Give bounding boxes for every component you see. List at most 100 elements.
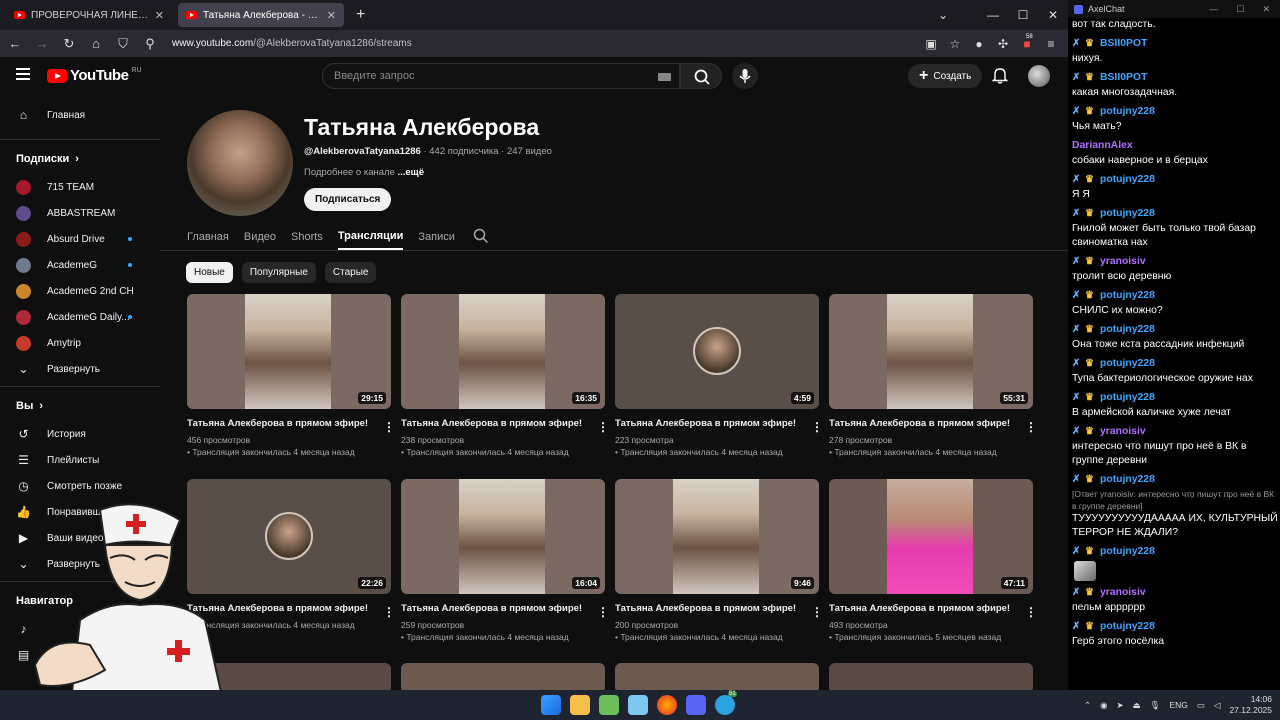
sidebar-item[interactable]: ☰ Плейлисты (0, 447, 160, 473)
video-card[interactable]: 4:59 Татьяна Алекберова в прямом эфире! 22… (615, 294, 823, 458)
sort-chip[interactable]: Популярные (241, 262, 316, 283)
more-options-icon[interactable]: ⋮ (383, 605, 395, 619)
shield-icon[interactable]: ⛉ (111, 36, 135, 52)
youtube-logo[interactable]: YouTube RU (47, 67, 142, 84)
video-card[interactable]: 47:11 Татьяна Алекберова в прямом эфире! 4… (829, 479, 1037, 643)
mic-tray-icon[interactable]: 🎙 (1150, 700, 1161, 711)
chat-username[interactable]: yranoisiv (1100, 256, 1146, 267)
extensions-icon[interactable]: ✣ (994, 37, 1012, 51)
video-card[interactable]: 16:04 Татьяна Алекберова в прямом эфире! 2… (401, 479, 609, 643)
chat-username[interactable]: potujny228 (1100, 546, 1155, 557)
sidebar-item-home[interactable]: ⌂ Главная (0, 95, 160, 135)
video-card[interactable]: 9:46 Татьяна Алекберова в прямом эфире! 20… (615, 479, 823, 643)
menu-icon[interactable]: ≡ (1042, 37, 1060, 51)
video-thumbnail[interactable]: 55:31 (829, 294, 1033, 409)
sidebar-subscription[interactable]: Amytrip (0, 330, 160, 356)
video-thumbnail[interactable] (829, 663, 1033, 690)
channel-tab[interactable]: Shorts (291, 223, 323, 250)
browser-tab-1[interactable]: ПРОВЕРОЧНАЯ ЛИНЕЙКА - М ✕ (6, 3, 172, 27)
video-card[interactable]: 29:15 Татьяна Алекберова в прямом эфире! 4… (187, 294, 395, 458)
video-card[interactable]: 55:31 Татьяна Алекберова в прямом эфире! 2… (829, 294, 1037, 458)
subscriptions-heading[interactable]: Подписки › (0, 144, 160, 174)
notepad-icon[interactable] (628, 695, 648, 715)
account-avatar[interactable] (1028, 65, 1050, 87)
notifications-bell-icon[interactable] (992, 66, 1008, 84)
tray-chevron-icon[interactable]: ⌃ (1084, 700, 1091, 711)
permissions-icon[interactable]: ⚲ (138, 36, 162, 52)
more-options-icon[interactable]: ⋮ (597, 605, 609, 619)
sidebar-subscription[interactable]: Absurd Drive (0, 226, 160, 252)
sort-chip[interactable]: Старые (324, 262, 377, 283)
steam-icon[interactable]: ◉ (1100, 700, 1107, 711)
axelchat-icon[interactable] (686, 695, 706, 715)
video-title[interactable]: Татьяна Алекберова в прямом эфире! (829, 418, 1033, 429)
chat-username[interactable]: potujny228 (1100, 392, 1155, 403)
search-button[interactable] (680, 63, 722, 89)
sidebar-subscription[interactable]: AcademeG Daily... (0, 304, 160, 330)
maximize-icon[interactable]: ☐ (1236, 4, 1244, 15)
video-thumbnail[interactable]: 16:04 (401, 479, 605, 594)
video-thumbnail[interactable]: 16:35 (401, 294, 605, 409)
bookmark-star-icon[interactable]: ☆ (946, 37, 964, 51)
explorer-icon[interactable] (570, 695, 590, 715)
channel-tab[interactable]: Записи (418, 223, 455, 250)
video-title[interactable]: Татьяна Алекберова в прямом эфире! (615, 418, 819, 429)
more-options-icon[interactable]: ⋮ (597, 420, 609, 434)
chat-username[interactable]: potujny228 (1100, 358, 1155, 369)
telegram-icon[interactable]: 51 (715, 691, 737, 715)
account-icon[interactable]: ● (970, 37, 988, 51)
video-thumbnail[interactable]: 29:15 (187, 294, 391, 409)
video-title[interactable]: Татьяна Алекберова в прямом эфире! (829, 603, 1033, 614)
chat-username[interactable]: BSII0POT (1100, 38, 1147, 49)
start-icon[interactable] (541, 695, 561, 715)
ext-badge-icon[interactable]: ■ 58 (1018, 34, 1036, 51)
video-title[interactable]: Татьяна Алекберова в прямом эфире! (401, 418, 605, 429)
chat-username[interactable]: potujny228 (1100, 208, 1155, 219)
close-tab-icon[interactable]: ✕ (155, 9, 164, 22)
subscribe-button[interactable]: Подписаться (304, 188, 392, 211)
video-thumbnail[interactable] (615, 663, 819, 690)
channel-about[interactable]: Подробнее о канале ...ещё (304, 167, 424, 178)
clock[interactable]: 14:06 27.12.2025 (1229, 694, 1272, 716)
reader-icon[interactable]: ▣ (922, 37, 940, 51)
usb-icon[interactable]: ⏏ (1133, 700, 1141, 711)
sidebar-subscription[interactable]: ABBASTREAM (0, 200, 160, 226)
video-thumbnail[interactable] (401, 663, 605, 690)
browser-tab-2[interactable]: Татьяна Алекберова - YouTube ✕ (178, 3, 344, 27)
chat-username[interactable]: yranoisiv (1100, 587, 1146, 598)
home-icon[interactable]: ⌂ (84, 36, 108, 51)
more-options-icon[interactable]: ⋮ (1025, 420, 1037, 434)
chat-username[interactable]: potujny228 (1100, 474, 1155, 485)
language-indicator[interactable]: ENG (1169, 700, 1187, 710)
maximize-icon[interactable]: ☐ (1008, 8, 1038, 22)
reload-icon[interactable]: ↻ (57, 36, 81, 52)
close-window-icon[interactable]: ✕ (1262, 4, 1270, 15)
address-bar[interactable]: www.youtube.com/@AlekberovaTatyana1286/s… (172, 38, 922, 49)
channel-tab[interactable]: Видео (244, 223, 276, 250)
sidebar-item[interactable]: ◷ Смотреть позже (0, 473, 160, 499)
minimize-icon[interactable]: — (978, 8, 1008, 22)
create-button[interactable]: + Создать (908, 64, 983, 88)
video-card[interactable]: 16:35 Татьяна Алекберова в прямом эфире! 2… (401, 294, 609, 458)
voice-search-button[interactable] (732, 63, 758, 89)
forward-icon[interactable]: → (30, 36, 54, 51)
keyboard-icon[interactable] (658, 73, 671, 81)
video-title[interactable]: Татьяна Алекберова в прямом эфире! (615, 603, 819, 614)
sidebar-subscription[interactable]: AcademeG 2nd CH (0, 278, 160, 304)
chat-username[interactable]: potujny228 (1100, 324, 1155, 335)
more-options-icon[interactable]: ⋮ (383, 420, 395, 434)
hamburger-menu-icon[interactable] (16, 68, 30, 80)
video-thumbnail[interactable]: 47:11 (829, 479, 1033, 594)
sidebar-subscription[interactable]: 715 TEAM (0, 174, 160, 200)
video-title[interactable]: Татьяна Алекберова в прямом эфире! (401, 603, 605, 614)
more-options-icon[interactable]: ⋮ (1025, 605, 1037, 619)
video-thumbnail[interactable]: 4:59 (615, 294, 819, 409)
sort-chip[interactable]: Новые (186, 262, 233, 283)
video-thumbnail[interactable]: 9:46 (615, 479, 819, 594)
sidebar-subscription[interactable]: AcademeG (0, 252, 160, 278)
chat-username[interactable]: BSII0POT (1100, 72, 1147, 83)
chat-username[interactable]: yranoisiv (1100, 426, 1146, 437)
tab-list-icon[interactable]: ⌄ (928, 8, 958, 22)
chat-username[interactable]: potujny228 (1100, 174, 1155, 185)
search-input[interactable]: Введите запрос (322, 63, 680, 89)
